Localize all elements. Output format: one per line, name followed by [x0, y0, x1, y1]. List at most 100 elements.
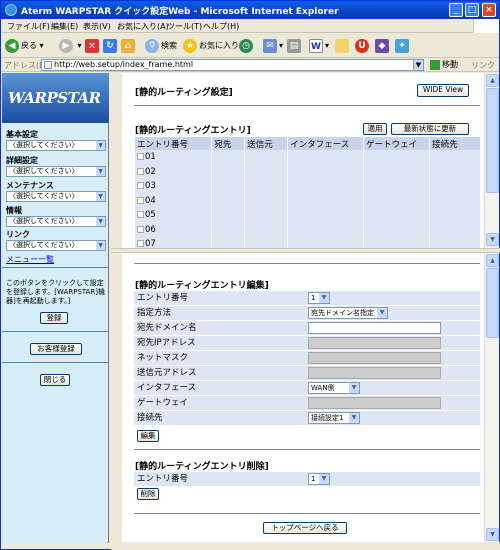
mail-button[interactable]: ✉ ▾ — [263, 38, 283, 54]
home-button[interactable]: ⌂ — [121, 38, 137, 54]
field-label: 指定方法 — [137, 308, 172, 318]
scroll-up-icon[interactable]: ▲ — [486, 74, 499, 87]
scroll-up-icon[interactable]: ▲ — [486, 254, 499, 267]
scroll-thumb[interactable] — [486, 268, 499, 338]
info-select[interactable]: 〈選択してください〉 ▼ — [6, 216, 106, 227]
link-select[interactable]: 〈選択してください〉 ▼ — [6, 240, 106, 251]
method-select[interactable]: 宛先ドメイン名指定 ▼ — [308, 307, 388, 319]
home-icon: ⌂ — [121, 38, 135, 53]
back-button[interactable]: ◀ 戻る ▾ — [5, 38, 44, 54]
sidebar-frame: WARPSTAR 基本設定 〈選択してください〉 ▼ 詳細設定 〈選択してください… — [2, 73, 109, 543]
scroll-thumb[interactable] — [486, 88, 499, 193]
close-button[interactable]: 閉じる — [40, 374, 70, 386]
scroll-down-icon[interactable]: ▼ — [486, 528, 499, 541]
form-row: 宛先ドメイン名 — [134, 321, 480, 335]
menu-edit[interactable]: 編集(E) — [51, 21, 78, 32]
delete-entry-select[interactable]: 1 ▼ — [308, 473, 330, 485]
row-checkbox[interactable] — [137, 225, 144, 233]
interface-select[interactable]: WAN側 ▼ — [308, 382, 360, 394]
field-label: ネットマスク — [137, 353, 189, 363]
row-number: 01 — [145, 152, 156, 163]
row-checkbox[interactable] — [137, 153, 144, 161]
connection-select[interactable]: 接続設定1 ▼ — [308, 412, 360, 424]
table-row[interactable]: 05 — [135, 208, 481, 223]
col-src: 送信元 — [244, 137, 289, 150]
dest-domain-input[interactable] — [308, 322, 441, 334]
refresh-button[interactable]: ↻ — [103, 38, 119, 54]
table-row[interactable]: 06 — [135, 222, 481, 237]
sidebar-section-detail: 詳細設定 〈選択してください〉 ▼ — [6, 155, 106, 177]
top-frame-scrollbar[interactable]: ▲ ▼ — [484, 73, 499, 248]
history-button[interactable]: ◷ — [239, 38, 255, 54]
divider — [134, 263, 480, 264]
chevron-down-icon: ▼ — [96, 241, 105, 250]
maximize-button[interactable]: □ — [465, 3, 479, 17]
menu-help[interactable]: ヘルプ(H) — [203, 21, 239, 32]
entry-number-select[interactable]: 1 ▼ — [308, 292, 330, 304]
table-row[interactable]: 01 — [135, 150, 481, 165]
stop-button[interactable]: × — [85, 38, 101, 54]
back-to-top-button[interactable]: トップページへ戻る — [263, 522, 347, 534]
basic-settings-select[interactable]: 〈選択してください〉 ▼ — [6, 140, 106, 151]
scroll-down-icon[interactable]: ▼ — [486, 233, 499, 246]
maintenance-select[interactable]: 〈選択してください〉 ▼ — [6, 191, 106, 202]
section-heading: 情報 — [6, 206, 22, 215]
divider — [134, 449, 480, 450]
divider — [2, 331, 109, 332]
address-input[interactable]: http://web.setup/index_frame.html — [41, 59, 424, 71]
register-button[interactable]: 登録 — [40, 312, 68, 324]
chevron-down-icon: ▼ — [96, 167, 105, 176]
divider — [2, 267, 109, 268]
folder-button[interactable] — [335, 38, 351, 54]
menu-tools[interactable]: ツール(T) — [167, 21, 202, 32]
apply-button[interactable]: 適用 — [363, 123, 387, 135]
menu-favorites[interactable]: お気に入り(A) — [117, 21, 169, 32]
forward-arrow-icon: ▶ — [59, 38, 73, 53]
menu-file[interactable]: ファイル(F) — [7, 21, 50, 32]
forward-button[interactable]: ▶ ▾ — [59, 38, 82, 54]
row-checkbox[interactable] — [137, 211, 144, 219]
chevron-down-icon: ▼ — [96, 141, 105, 150]
network-button[interactable]: ✦ — [395, 38, 411, 54]
edit-section-title: [静的ルーティングエントリ編集] — [135, 281, 269, 291]
address-dropdown-button[interactable]: ▼ — [413, 59, 424, 71]
edit-entry-button[interactable]: 編集 — [137, 430, 159, 442]
go-button[interactable]: 移動 — [430, 59, 458, 70]
bottom-frame-scrollbar[interactable]: ▲ ▼ — [484, 253, 499, 543]
select-value: 宛先ドメイン名指定 — [311, 309, 374, 317]
customer-register-button[interactable]: お客様登録 — [30, 343, 82, 355]
table-row[interactable]: 02 — [135, 164, 481, 179]
divider — [2, 362, 109, 363]
row-checkbox[interactable] — [137, 239, 144, 247]
menu-list-link[interactable]: メニュー一覧 — [6, 254, 54, 265]
form-row: エントリ番号 1 ▼ — [134, 291, 480, 305]
search-button[interactable]: ⚲ 検索 — [145, 38, 177, 54]
table-row[interactable]: 04 — [135, 193, 481, 208]
print-icon: ▤ — [287, 38, 301, 53]
print-button[interactable]: ▤ — [287, 38, 303, 54]
section-heading: 基本設定 — [6, 130, 38, 139]
form-row: 宛先IPアドレス — [134, 336, 480, 350]
row-checkbox[interactable] — [137, 182, 144, 190]
refresh-status-button[interactable]: 最新状態に更新 — [391, 123, 469, 135]
section-heading: メンテナンス — [6, 181, 54, 190]
messenger-button[interactable]: ◆ — [375, 38, 391, 54]
favorites-button[interactable]: ★ お気に入り — [183, 38, 239, 54]
minimize-button[interactable]: _ — [449, 3, 463, 17]
row-checkbox[interactable] — [137, 167, 144, 175]
row-checkbox[interactable] — [137, 196, 144, 204]
edit-button[interactable]: W ▾ — [309, 38, 329, 54]
addon-button[interactable]: U — [355, 38, 371, 54]
field-label: 宛先ドメイン名 — [137, 323, 197, 333]
links-label[interactable]: リンク — [471, 60, 495, 71]
col-entry: エントリ番号 — [135, 137, 213, 150]
wide-view-button[interactable]: WIDE View — [417, 84, 469, 97]
delete-entry-button[interactable]: 削除 — [137, 488, 159, 500]
ie-icon — [5, 4, 17, 16]
close-window-button[interactable]: × — [482, 3, 496, 17]
detail-settings-select[interactable]: 〈選択してください〉 ▼ — [6, 166, 106, 177]
field-label: 接続先 — [137, 413, 163, 423]
table-row[interactable]: 03 — [135, 179, 481, 194]
menu-bar: ファイル(F) 編集(E) 表示(V) お気に入り(A) ツール(T) ヘルプ(… — [1, 19, 499, 33]
menu-view[interactable]: 表示(V) — [83, 21, 111, 32]
